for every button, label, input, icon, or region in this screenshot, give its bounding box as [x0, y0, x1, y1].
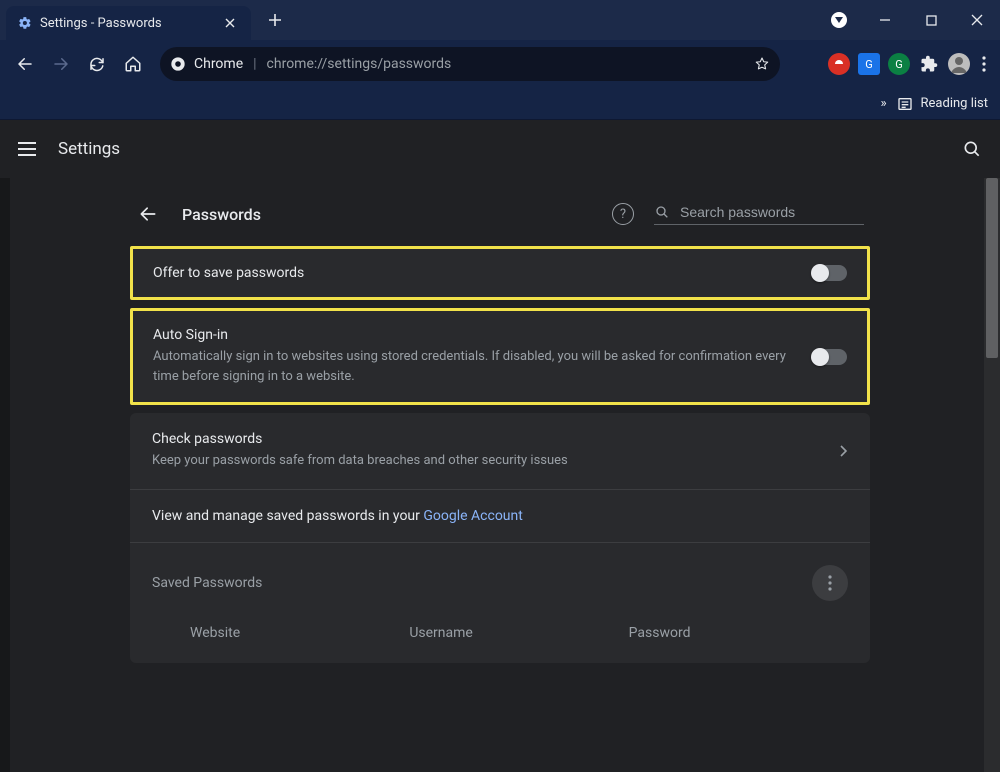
bookmarks-bar: » Reading list [0, 88, 1000, 120]
profile-avatar[interactable] [948, 53, 970, 75]
tab-title: Settings - Passwords [40, 16, 213, 31]
reading-list-button[interactable]: Reading list [897, 96, 988, 112]
window-maximize-button[interactable] [908, 0, 954, 40]
window-controls [816, 0, 1000, 40]
settings-title: Settings [58, 139, 120, 159]
check-passwords-desc: Keep your passwords safe from data breac… [152, 451, 824, 471]
nav-reload-button[interactable] [82, 49, 112, 79]
omnibox-url: chrome://settings/passwords [267, 56, 744, 72]
bookmark-star-icon[interactable] [754, 56, 770, 72]
google-account-link[interactable]: Google Account [423, 508, 522, 524]
content-area: Passwords ? Offer to save passwords [0, 178, 1000, 772]
extension-2-icon[interactable]: G [858, 53, 880, 75]
offer-save-toggle[interactable] [813, 265, 847, 281]
col-username: Username [409, 625, 628, 641]
window-minimize-button[interactable] [862, 0, 908, 40]
manage-google-row: View and manage saved passwords in your … [130, 489, 870, 542]
omnibox-separator: | [253, 56, 256, 72]
auto-signin-toggle[interactable] [813, 349, 847, 365]
nav-home-button[interactable] [118, 49, 148, 79]
settings-app: Settings Passwords ? [0, 120, 1000, 772]
panel-header: Passwords ? [130, 182, 870, 246]
saved-passwords-more-button[interactable] [812, 565, 848, 601]
tab-close-button[interactable] [221, 14, 239, 32]
saved-passwords-header: Saved Passwords [130, 542, 870, 611]
check-passwords-row[interactable]: Check passwords Keep your passwords safe… [130, 413, 870, 489]
window-close-button[interactable] [954, 0, 1000, 40]
password-search-input[interactable] [680, 204, 864, 220]
saved-passwords-columns: Website Username Password [130, 611, 870, 663]
scrollbar-track[interactable] [984, 178, 1000, 772]
settings-search-button[interactable] [962, 139, 982, 159]
browser-tab[interactable]: Settings - Passwords [6, 6, 251, 40]
passwords-card: Check passwords Keep your passwords safe… [130, 413, 870, 663]
site-identity-label: Chrome [194, 56, 243, 72]
browser-menu-button[interactable] [978, 56, 990, 72]
nav-forward-button[interactable] [46, 49, 76, 79]
reading-list-label: Reading list [921, 96, 988, 111]
saved-passwords-title: Saved Passwords [152, 575, 262, 591]
search-icon [654, 204, 670, 220]
window-titlebar: Settings - Passwords [0, 0, 1000, 40]
gear-icon [18, 16, 32, 30]
address-bar[interactable]: Chrome | chrome://settings/passwords [160, 47, 780, 81]
manage-prefix: View and manage saved passwords in your [152, 508, 423, 524]
col-website: Website [190, 625, 409, 641]
offer-save-row: Offer to save passwords [133, 249, 867, 297]
help-button[interactable]: ? [612, 203, 634, 225]
hamburger-menu-button[interactable] [18, 142, 36, 156]
password-search[interactable] [654, 204, 864, 225]
scrollbar-thumb[interactable] [986, 178, 998, 358]
bookmarks-overflow-icon[interactable]: » [880, 96, 886, 111]
extension-3-icon[interactable]: G [888, 53, 910, 75]
auto-signin-row: Auto Sign-in Automatically sign in to we… [133, 311, 867, 402]
left-gutter [0, 178, 10, 772]
extension-1-icon[interactable] [828, 53, 850, 75]
nav-back-button[interactable] [10, 49, 40, 79]
auto-signin-desc: Automatically sign in to websites using … [153, 347, 797, 386]
extension-icons: G G [828, 53, 990, 75]
highlight-auto-signin: Auto Sign-in Automatically sign in to we… [130, 308, 870, 405]
panel-back-button[interactable] [136, 204, 160, 224]
col-password: Password [629, 625, 848, 641]
browser-toolbar: Chrome | chrome://settings/passwords G G [0, 40, 1000, 88]
account-indicator-icon[interactable] [816, 0, 862, 40]
check-passwords-title: Check passwords [152, 431, 824, 447]
extensions-menu-icon[interactable] [918, 53, 940, 75]
highlight-offer-save: Offer to save passwords [130, 246, 870, 300]
auto-signin-title: Auto Sign-in [153, 327, 797, 343]
panel-title: Passwords [182, 205, 261, 224]
settings-header: Settings [0, 120, 1000, 178]
offer-save-title: Offer to save passwords [153, 265, 797, 281]
passwords-panel: Passwords ? Offer to save passwords [130, 182, 870, 772]
new-tab-button[interactable] [261, 6, 289, 34]
site-identity[interactable]: Chrome [170, 56, 243, 72]
chevron-right-icon [840, 445, 848, 457]
